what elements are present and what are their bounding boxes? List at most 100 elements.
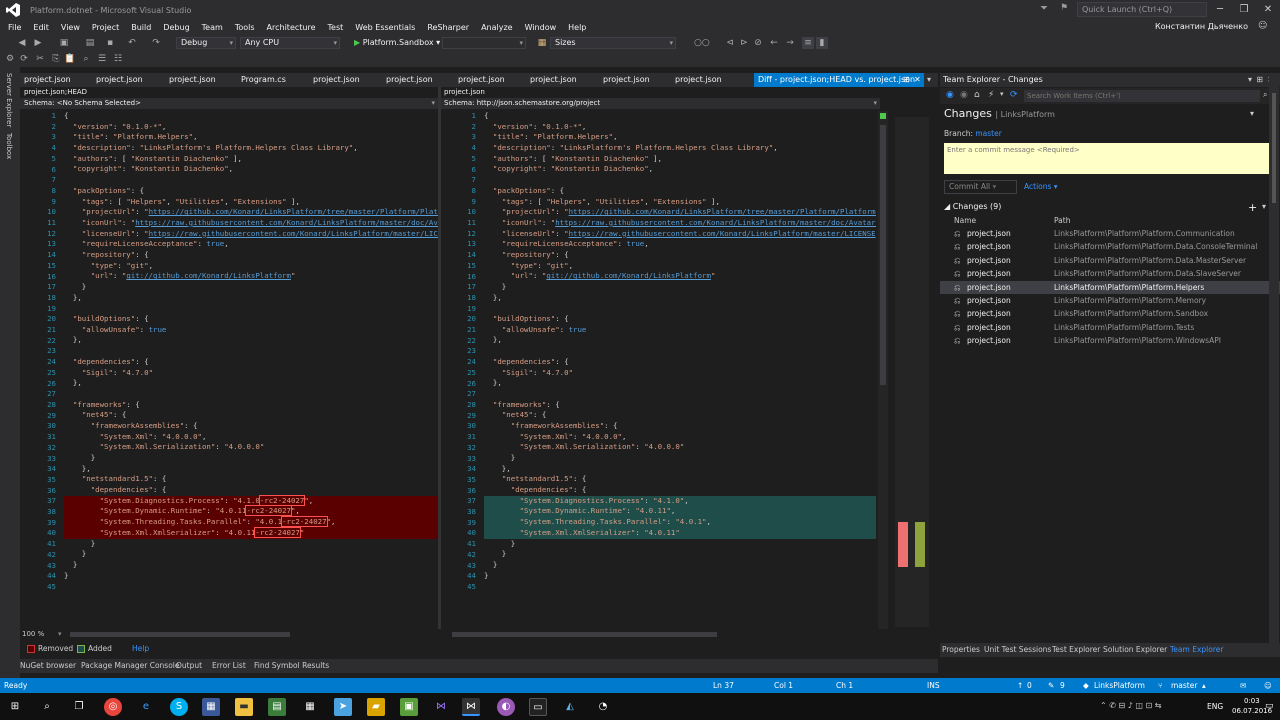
menu-resharper[interactable]: ReSharper — [421, 23, 475, 32]
menu-view[interactable]: View — [55, 23, 86, 32]
change-item[interactable]: ⎌ project.json LinksPlatform\Platform\Plat… — [940, 307, 1280, 320]
left-hscroll-thumb[interactable] — [70, 632, 290, 637]
branch-up-icon[interactable]: ▴ — [1202, 678, 1206, 693]
uncomment-icon[interactable]: ☷ — [112, 53, 124, 65]
configuration-select[interactable]: Debug ▾ — [176, 37, 236, 49]
tab-list-icon[interactable]: ▾ — [927, 73, 931, 87]
tab-pin-icon[interactable]: ⊞ — [903, 73, 910, 87]
file-explorer-icon[interactable]: ▬ — [235, 698, 253, 716]
changes-more-icon[interactable]: ▾ — [1262, 202, 1266, 211]
tool-tab-find-symbol-results[interactable]: Find Symbol Results — [254, 659, 329, 673]
status-repo[interactable]: LinksPlatform — [1094, 678, 1145, 693]
tool-tab-test-explorer[interactable]: Test Explorer — [1052, 643, 1100, 657]
forward-icon[interactable]: ▶ — [32, 37, 44, 49]
media-icon[interactable]: ◐ — [497, 698, 515, 716]
tab-diff-active[interactable]: Diff - project.json;HEAD vs. project.jso… — [754, 73, 924, 87]
home-icon[interactable]: ⌂ — [974, 90, 980, 100]
diff-view-icon[interactable]: ≡ — [802, 37, 814, 49]
changes-group-header[interactable]: ◢ Changes (9) — [944, 202, 1001, 211]
change-item[interactable]: ⎌ project.json LinksPlatform\Platform\Plat… — [940, 240, 1280, 253]
right-schema-select[interactable]: Schema: http://json.schemastore.org/proj… — [440, 98, 880, 109]
change-item[interactable]: ⎌ project.json LinksPlatform\Platform\Plat… — [940, 227, 1280, 240]
cut-icon[interactable]: ✂ — [34, 53, 46, 65]
menu-help[interactable]: Help — [562, 23, 592, 32]
commit-all-button[interactable]: Commit All ▾ — [944, 180, 1017, 194]
menu-edit[interactable]: Edit — [27, 23, 55, 32]
right-hscroll-thumb[interactable] — [452, 632, 717, 637]
bookmark-clear-icon[interactable]: ⊘ — [752, 37, 764, 49]
zoom-level[interactable]: 100 % — [22, 630, 44, 638]
work-items-search[interactable]: Search Work Items (Ctrl+') — [1024, 90, 1260, 102]
tab-project-json-3[interactable]: project.json — [165, 73, 237, 87]
menu-team[interactable]: Team — [196, 23, 229, 32]
tray-icons[interactable]: ⌃ ✆ ⊟ ♪ ◫ ⊡ ⇆ — [1100, 701, 1161, 710]
scroll-thumb[interactable] — [880, 125, 886, 385]
bookmark-icon[interactable]: ⊲ — [724, 37, 736, 49]
tool-tab-properties[interactable]: Properties — [942, 643, 980, 657]
change-item[interactable]: ⎌ project.json LinksPlatform\Platform\Plat… — [940, 321, 1280, 334]
search-icon[interactable]: ⌕ — [1263, 90, 1267, 100]
language-indicator[interactable]: ENG — [1207, 702, 1223, 711]
undo-icon[interactable]: ↶ — [126, 37, 138, 49]
menu-architecture[interactable]: Architecture — [261, 23, 322, 32]
change-item[interactable]: ⎌ project.json LinksPlatform\Platform\Plat… — [940, 280, 1280, 294]
visual-studio-taskbar-icon[interactable]: ⋈ — [432, 698, 450, 716]
tool-tab-unit-test-sessions[interactable]: Unit Test Sessions — [984, 643, 1051, 657]
tool-tab-solution-explorer[interactable]: Solution Explorer — [1103, 643, 1167, 657]
branch-link[interactable]: master — [975, 129, 1001, 138]
changes-menu-icon[interactable]: ▾ — [1250, 109, 1254, 118]
task-view-icon[interactable]: ❐ — [70, 698, 88, 716]
platform-select[interactable]: Any CPU ▾ — [240, 37, 340, 49]
tool-tab-nuget-browser[interactable]: NuGet browser — [20, 659, 76, 673]
visual-studio-active-icon[interactable]: ⋈ — [462, 698, 480, 716]
change-item[interactable]: ⎌ project.json LinksPlatform\Platform\Plat… — [940, 334, 1280, 347]
commit-message-input[interactable]: Enter a commit message <Required> — [944, 143, 1271, 174]
menu-window[interactable]: Window — [519, 23, 563, 32]
left-schema-select[interactable]: Schema: <No Schema Selected> ▾ — [20, 98, 438, 109]
paste-icon[interactable]: 📋 — [64, 53, 76, 65]
tab-project-json-5[interactable]: project.json — [382, 73, 454, 87]
menu-analyze[interactable]: Analyze — [475, 23, 519, 32]
tab-close-icon[interactable]: ✕ — [914, 73, 921, 87]
nav-back-icon[interactable]: ← — [768, 37, 780, 49]
quick-launch-input[interactable]: Quick Launch (Ctrl+Q) — [1077, 2, 1207, 17]
right-code-editor[interactable]: { "version": "0.1.0-*", "title": "Platfo… — [484, 111, 876, 629]
save-icon[interactable]: ▪ — [104, 37, 116, 49]
user-name[interactable]: Константин Дьяченко — [1155, 22, 1248, 31]
notifications-icon[interactable]: ⚑ — [1060, 3, 1074, 17]
add-icon[interactable]: + — [1248, 201, 1257, 214]
notepad-icon[interactable]: ▣ — [400, 698, 418, 716]
copy-icon[interactable]: ⎘ — [50, 53, 62, 65]
back-icon[interactable]: ◀ — [16, 37, 28, 49]
tab-project-json-9[interactable]: project.json — [671, 73, 751, 87]
actions-menu[interactable]: Actions ▾ — [1024, 182, 1058, 191]
bookmark-next-icon[interactable]: ⊳ — [738, 37, 750, 49]
tab-project-json-7[interactable]: project.json — [526, 73, 598, 87]
tab-project-json-2[interactable]: project.json — [92, 73, 164, 87]
nav-forward-icon[interactable]: → — [784, 37, 796, 49]
menu-web-essentials[interactable]: Web Essentials — [349, 23, 421, 32]
tab-program-cs[interactable]: Program.cs — [237, 73, 309, 87]
left-code-editor[interactable]: { "version": "0.1.0-*", "title": "Platfo… — [64, 111, 438, 629]
te-pin-icon[interactable]: ⊞ — [1256, 73, 1263, 87]
te-scrollbar[interactable] — [1269, 73, 1279, 643]
tab-project-json-1[interactable]: project.json — [20, 73, 92, 87]
status-unpushed[interactable]: 0 — [1027, 678, 1032, 693]
change-item[interactable]: ⎌ project.json LinksPlatform\Platform\Plat… — [940, 294, 1280, 307]
cmd-icon[interactable]: ▭ — [529, 698, 547, 716]
status-branch[interactable]: master — [1171, 678, 1197, 693]
new-project-icon[interactable]: ▣ — [58, 37, 70, 49]
menu-build[interactable]: Build — [125, 23, 157, 32]
te-scroll-thumb[interactable] — [1272, 93, 1276, 203]
refresh-icon[interactable]: ⟳ — [1010, 90, 1018, 100]
horizontal-scrollbars[interactable]: 100 % ▾ — [20, 629, 938, 641]
settings-icon[interactable]: ⚙ — [4, 53, 16, 65]
server-explorer-tab[interactable]: Server Explorer — [5, 73, 13, 127]
redo-icon[interactable]: ↷ — [150, 37, 162, 49]
change-item[interactable]: ⎌ project.json LinksPlatform\Platform\Plat… — [940, 254, 1280, 267]
start-icon[interactable]: ⊞ — [6, 698, 24, 716]
back-icon[interactable]: ◉ — [946, 90, 954, 100]
open-file-icon[interactable]: ▤ — [84, 37, 96, 49]
start-button[interactable]: ▶ Platform.Sandbox ▾ — [354, 37, 440, 49]
diff-overview-map[interactable] — [895, 117, 929, 627]
